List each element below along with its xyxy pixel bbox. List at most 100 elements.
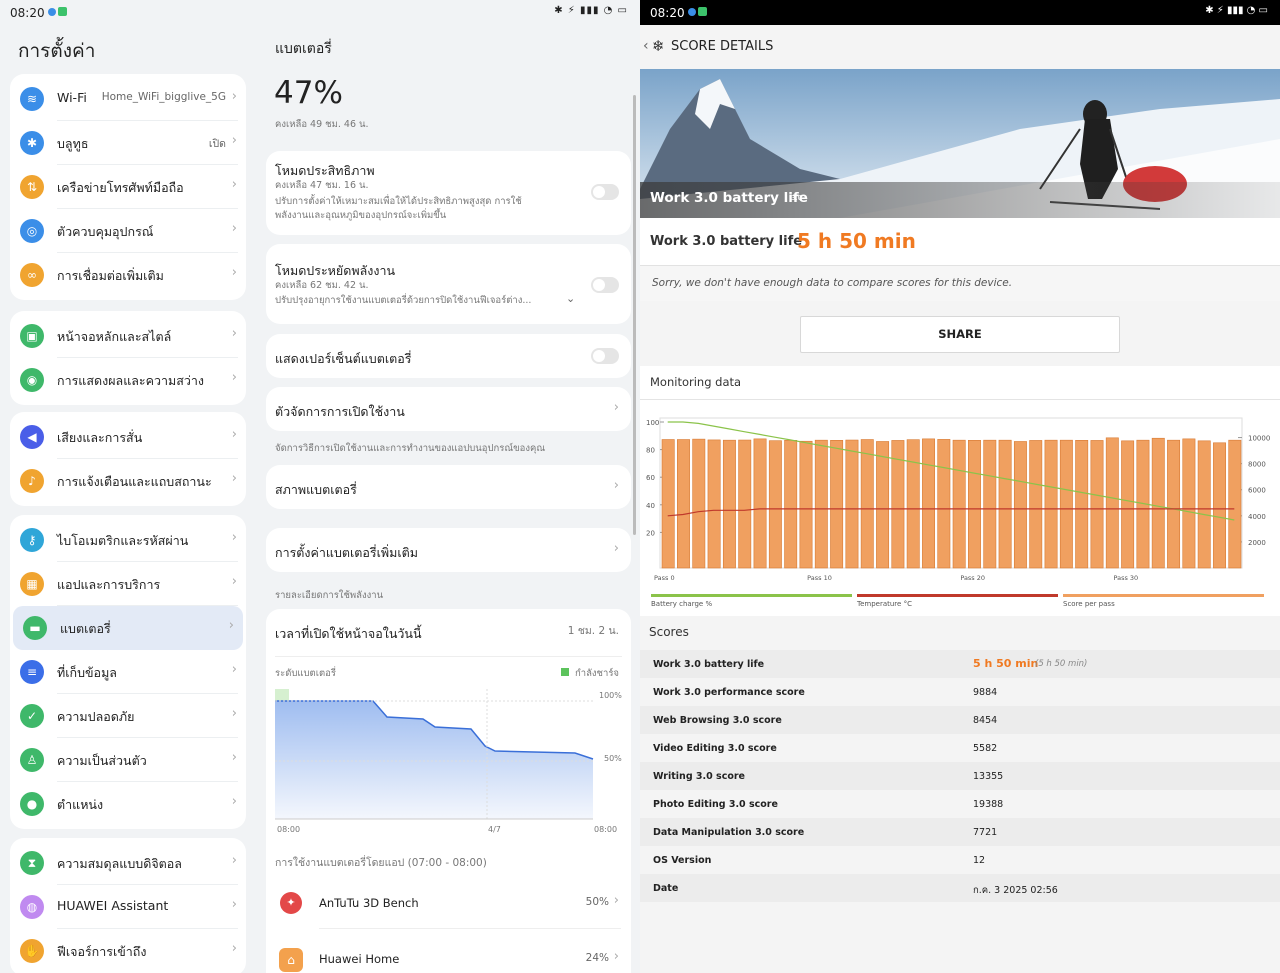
chevron-right-icon: › (231, 471, 237, 486)
chevron-right-icon: › (231, 530, 237, 545)
settings-item[interactable]: ∞ การเชื่อมต่อเพิ่มเติม › (10, 253, 246, 297)
performance-mode-time: คงเหลือ 47 ชม. 16 น. (275, 180, 369, 191)
battery-health-label: สภาพแบตเตอรี่ (275, 482, 357, 497)
huawei-home-app-icon: ⌂ (279, 948, 303, 972)
settings-item[interactable]: ▬ แบตเตอรี่ › (13, 606, 243, 650)
score-bar (845, 439, 859, 569)
settings-item-label: HUAWEI Assistant (57, 898, 169, 913)
settings-item-label: การเชื่อมต่อเพิ่มเติม (57, 268, 164, 283)
score-row: OS Version 12 (640, 846, 1280, 874)
performance-mode-toggle[interactable] (591, 184, 619, 200)
chevron-right-icon: › (613, 400, 619, 415)
settings-item[interactable]: ✋ ฟีเจอร์การเข้าถึง › (10, 929, 246, 973)
chevron-right-icon: › (231, 853, 237, 868)
y-right-tick: 8000 (1248, 461, 1266, 469)
settings-item[interactable]: ◍ HUAWEI Assistant › (10, 885, 246, 929)
screen-on-label: เวลาที่เปิดใช้หน้าจอในวันนี้ (275, 626, 422, 641)
y-left-tick: 60 (646, 474, 655, 482)
settings-item[interactable]: ✓ ความปลอดภัย › (10, 694, 246, 738)
y-right-tick: 4000 (1248, 513, 1266, 521)
settings-item[interactable]: ✱ บลูทูธ เปิด › (10, 121, 246, 165)
level-x-end: 08:00 (594, 825, 618, 834)
score-row-value: 12 (973, 855, 986, 866)
monitoring-section: Monitoring data 100 80 60 40 20 10000 8000 6000… (640, 366, 1280, 616)
score-row-value: 19388 (973, 799, 1004, 810)
snowflake-icon: ❄ (652, 37, 665, 55)
hero-banner: Work 3.0 battery life 3.0 (640, 69, 1280, 218)
chevron-right-icon: › (231, 177, 237, 192)
share-button[interactable]: SHARE (800, 316, 1120, 353)
score-row-value: 13355 (973, 771, 1004, 782)
settings-item-label: ความเป็นส่วนตัว (57, 753, 147, 768)
settings-item-label: Wi-Fi (57, 90, 87, 105)
settings-item[interactable]: ● ตำแหน่ง › (10, 782, 246, 826)
score-bar (1105, 437, 1119, 569)
settings-panel: 08:20 ✱ ⚡ ▮▮▮ ◔ ▭ การตั้งค่า ≋ Wi-Fi Home_… (0, 0, 640, 973)
settings-item[interactable]: ⧗ ความสมดุลแบบดิจิตอล › (10, 841, 246, 885)
score-bar (1121, 440, 1135, 569)
show-percent-card[interactable]: แสดงเปอร์เซ็นต์แบตเตอรี่ (266, 334, 631, 378)
battery-health-item[interactable]: สภาพแบตเตอรี่ › (266, 465, 631, 509)
y-left-tick: 100 (646, 419, 659, 427)
chevron-right-icon: › (231, 133, 237, 148)
digital-balance-icon: ⧗ (20, 851, 44, 875)
monitoring-chart: 100 80 60 40 20 10000 8000 6000 4000 2000 Pass 0 Pa… (646, 417, 1270, 608)
settings-item[interactable]: ▣ หน้าจอหลักและสไตล์ › (10, 314, 246, 358)
charging-legend-label: กำลังชาร์จ (575, 668, 619, 679)
battery-level-label: ระดับแบตเตอรี่ (275, 668, 336, 679)
score-details-panel: 08:20 ✱ ⚡ ▮▮▮ ◔ ▭ ‹ ❄ SCORE DETAILS Work… (640, 0, 1280, 973)
y-right-tick: 2000 (1248, 539, 1266, 547)
scrollbar[interactable] (633, 95, 636, 535)
settings-item-label: การแจ้งเตือนและแถบสถานะ (57, 474, 212, 489)
back-arrow-icon[interactable]: ‹ (643, 38, 649, 54)
y-left-tick: 20 (646, 529, 655, 537)
level-tick-50: 50% (604, 754, 622, 763)
battery-level-chart (275, 689, 594, 820)
score-bar (784, 440, 798, 569)
usage-details-header: รายละเอียดการใช้พลังงาน (275, 590, 384, 601)
score-bar (906, 439, 920, 569)
settings-item[interactable]: ◎ ตัวควบคุมอุปกรณ์ › (10, 209, 246, 253)
show-percent-toggle[interactable] (591, 348, 619, 364)
compare-text: Sorry, we don't have enough data to comp… (652, 277, 1013, 289)
score-row-name: Web Browsing 3.0 score (653, 715, 782, 726)
settings-item[interactable]: ◀ เสียงและการสั่น › (10, 415, 246, 459)
settings-item[interactable]: ≋ Wi-Fi Home_WiFi_bigglive_5G › (10, 77, 246, 121)
score-bar (1228, 439, 1242, 569)
performance-mode-card[interactable]: โหมดประสิทธิภาพ คงเหลือ 47 ชม. 16 น. ปรั… (266, 151, 631, 235)
score-row: Data Manipulation 3.0 score 7721 (640, 818, 1280, 846)
settings-item[interactable]: ♙ ความเป็นส่วนตัว › (10, 738, 246, 782)
performance-mode-label: โหมดประสิทธิภาพ (275, 163, 375, 178)
more-battery-settings-item[interactable]: การตั้งค่าแบตเตอรี่เพิ่มเติม › (266, 528, 631, 572)
power-saving-toggle[interactable] (591, 277, 619, 293)
legend-swatch (1063, 594, 1264, 597)
hero-caption: Work 3.0 battery life (650, 190, 808, 206)
chevron-down-icon[interactable]: ⌄ (566, 292, 575, 305)
settings-item[interactable]: ⇅ เครือข่ายโทรศัพท์มือถือ › (10, 165, 246, 209)
score-bar (952, 439, 966, 569)
app-row-huawei-home[interactable]: ⌂ Huawei Home 24% › (266, 935, 631, 973)
chevron-right-icon: › (231, 706, 237, 721)
y-right-tick: 6000 (1248, 487, 1266, 495)
settings-item[interactable]: ⚷ ไบโอเมตริกและรหัสผ่าน › (10, 518, 246, 562)
score-bar (922, 438, 935, 569)
link-icon: ∞ (20, 263, 44, 287)
settings-item[interactable]: ◉ การแสดงผลและความสว่าง › (10, 358, 246, 402)
launch-manager-item[interactable]: ตัวจัดการการเปิดใช้งาน › (266, 387, 631, 431)
battery-title: แบตเตอรี่ (275, 41, 332, 57)
settings-item[interactable]: ▦ แอปและการบริการ › (10, 562, 246, 606)
score-bar (799, 440, 813, 569)
settings-item[interactable]: ≡ ที่เก็บข้อมูล › (10, 650, 246, 694)
legend-swatch (857, 594, 1058, 597)
chevron-right-icon: › (231, 662, 237, 677)
power-saving-card[interactable]: โหมดประหยัดพลังงาน คงเหลือ 62 ชม. 42 น. … (266, 244, 631, 324)
settings-item-label: ที่เก็บข้อมูล (57, 665, 117, 680)
launch-manager-label: ตัวจัดการการเปิดใช้งาน (275, 404, 405, 419)
score-bar (830, 440, 844, 569)
power-saving-label: โหมดประหยัดพลังงาน (275, 263, 396, 278)
chevron-right-icon: › (231, 941, 237, 956)
score-bar (1059, 439, 1073, 569)
app-row-antutu[interactable]: ✦ AnTuTu 3D Bench 50% › (266, 879, 631, 929)
score-bar (1013, 441, 1027, 569)
settings-item[interactable]: ♪ การแจ้งเตือนและแถบสถานะ › (10, 459, 246, 503)
